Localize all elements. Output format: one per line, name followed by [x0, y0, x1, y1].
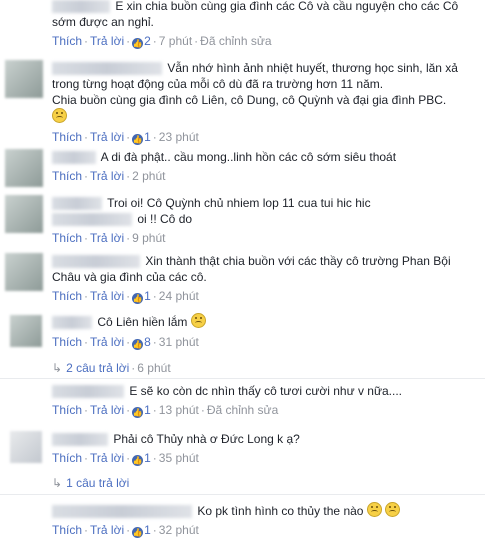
reply-arrow-icon: ↳ — [52, 476, 63, 490]
reply-link[interactable]: Trả lời — [90, 130, 124, 144]
like-link[interactable]: Thích — [52, 289, 82, 303]
like-count[interactable]: 8 — [144, 335, 151, 349]
reply-link[interactable]: Trả lời — [90, 34, 124, 48]
timestamp[interactable]: 13 phút — [159, 403, 199, 417]
thumbs-up-icon: 👍 — [132, 38, 144, 49]
comment-text: Cô Liên hiền lắm — [97, 315, 188, 329]
like-link[interactable]: Thích — [52, 169, 82, 183]
comment-meta: Thích · Trả lời · 2 phút — [52, 169, 166, 183]
author-name[interactable] — [52, 197, 102, 211]
avatar[interactable] — [5, 195, 43, 233]
reply-link[interactable]: Trả lời — [90, 231, 124, 245]
author-name[interactable] — [52, 0, 110, 14]
view-replies-link[interactable]: ↳ 1 câu trả lời — [52, 475, 129, 491]
thumbs-up-icon: 👍 — [132, 527, 144, 538]
comment-meta: Thích · Trả lời · 👍 1 · 32 phút — [52, 523, 199, 538]
comment-meta: Thích · Trả lời · 👍 1 · 24 phút — [52, 289, 199, 304]
view-replies-link[interactable]: ↳ 2 câu trả lời · 6 phút — [52, 360, 171, 376]
author-name[interactable] — [52, 255, 140, 269]
like-link[interactable]: Thích — [52, 335, 82, 349]
timestamp[interactable]: 31 phút — [159, 335, 199, 349]
divider — [0, 494, 485, 495]
comment-meta: Thích · Trả lời · 👍 1 · 35 phút — [52, 451, 199, 466]
reply-link[interactable]: Trả lời — [90, 335, 124, 349]
mentioned-name[interactable] — [52, 213, 132, 227]
sad-emoji-icon — [385, 502, 401, 517]
reply-arrow-icon: ↳ — [52, 361, 63, 375]
reply-link[interactable]: Trả lời — [90, 289, 124, 303]
thumbs-up-icon: 👍 — [132, 407, 144, 418]
divider — [0, 378, 485, 379]
avatar[interactable] — [10, 315, 42, 347]
reply-link[interactable]: Trả lời — [90, 403, 124, 417]
sad-emoji-icon — [366, 502, 382, 517]
timestamp[interactable]: 32 phút — [159, 523, 199, 537]
replies-count[interactable]: 1 câu trả lời — [66, 476, 129, 490]
comment-text: Phải cô Thủy nhà ơ Đức Long k ạ? — [113, 432, 300, 446]
like-link[interactable]: Thích — [52, 130, 82, 144]
like-count[interactable]: 1 — [144, 130, 151, 144]
like-link[interactable]: Thích — [52, 451, 82, 465]
like-count[interactable]: 1 — [144, 289, 151, 303]
comment-meta: Thích · Trả lời · 👍 2 · 7 phút · Đã chỉnh sửa — [52, 34, 272, 49]
timestamp[interactable]: 7 phút — [159, 34, 192, 48]
author-name[interactable] — [52, 385, 124, 399]
avatar[interactable] — [5, 253, 43, 291]
comment-text: A di đà phật.. cầu mong..linh hồn các cô… — [100, 150, 397, 164]
like-link[interactable]: Thích — [52, 34, 82, 48]
thumbs-up-icon: 👍 — [132, 339, 144, 350]
sad-emoji-icon — [190, 313, 206, 328]
thumbs-up-icon: 👍 — [132, 293, 144, 304]
timestamp[interactable]: 35 phút — [159, 451, 199, 465]
like-count[interactable]: 2 — [144, 34, 151, 48]
replies-count[interactable]: 2 câu trả lời — [66, 361, 129, 375]
reply-link[interactable]: Trả lời — [90, 169, 124, 183]
avatar[interactable] — [5, 60, 43, 98]
thumbs-up-icon: 👍 — [132, 455, 144, 466]
author-name[interactable] — [52, 151, 96, 165]
comment-text: Troi oi! Cô Quỳnh chủ nhiem lop 11 cua t… — [107, 196, 371, 210]
comment-text: E xin chia buồn cùng gia đình các Cô và … — [52, 0, 459, 29]
avatar[interactable] — [5, 149, 43, 187]
comment-text: Ko pk tình hình co thủy the nào — [197, 504, 364, 518]
author-name[interactable] — [52, 316, 92, 330]
edited-label[interactable]: Đã chỉnh sửa — [207, 403, 278, 417]
edited-label[interactable]: Đã chỉnh sửa — [200, 34, 271, 48]
timestamp[interactable]: 24 phút — [159, 289, 199, 303]
avatar[interactable] — [10, 431, 42, 463]
like-count[interactable]: 1 — [144, 523, 151, 537]
comment-meta: Thích · Trả lời · 👍 1 · 23 phút — [52, 130, 199, 145]
like-count[interactable]: 1 — [144, 451, 151, 465]
comment-text-2: oi !! Cô do — [137, 212, 193, 226]
reply-link[interactable]: Trả lời — [90, 451, 124, 465]
replies-time: 6 phút — [137, 361, 171, 375]
timestamp[interactable]: 23 phút — [159, 130, 199, 144]
reply-link[interactable]: Trả lời — [90, 523, 124, 537]
timestamp[interactable]: 9 phút — [132, 231, 165, 245]
like-link[interactable]: Thích — [52, 403, 82, 417]
comment-meta: Thích · Trả lời · 9 phút — [52, 231, 166, 245]
sad-emoji-icon — [52, 108, 67, 123]
comment-text-2: Chia buồn cùng gia đình cô Liên, cô Dung… — [52, 93, 447, 107]
like-count[interactable]: 1 — [144, 403, 151, 417]
timestamp[interactable]: 2 phút — [132, 169, 165, 183]
comment-meta: Thích · Trả lời · 👍 8 · 31 phút — [52, 335, 199, 350]
comment-meta: Thích · Trả lời · 👍 1 · 13 phút · Đã chỉnh sửa — [52, 403, 279, 418]
like-link[interactable]: Thích — [52, 523, 82, 537]
like-link[interactable]: Thích — [52, 231, 82, 245]
author-name[interactable] — [52, 62, 162, 76]
author-name[interactable] — [52, 505, 192, 519]
author-name[interactable] — [52, 433, 108, 447]
thumbs-up-icon: 👍 — [132, 134, 144, 145]
comment-text: E sẽ ko còn dc nhìn thấy cô tươi cười nh… — [129, 384, 403, 398]
